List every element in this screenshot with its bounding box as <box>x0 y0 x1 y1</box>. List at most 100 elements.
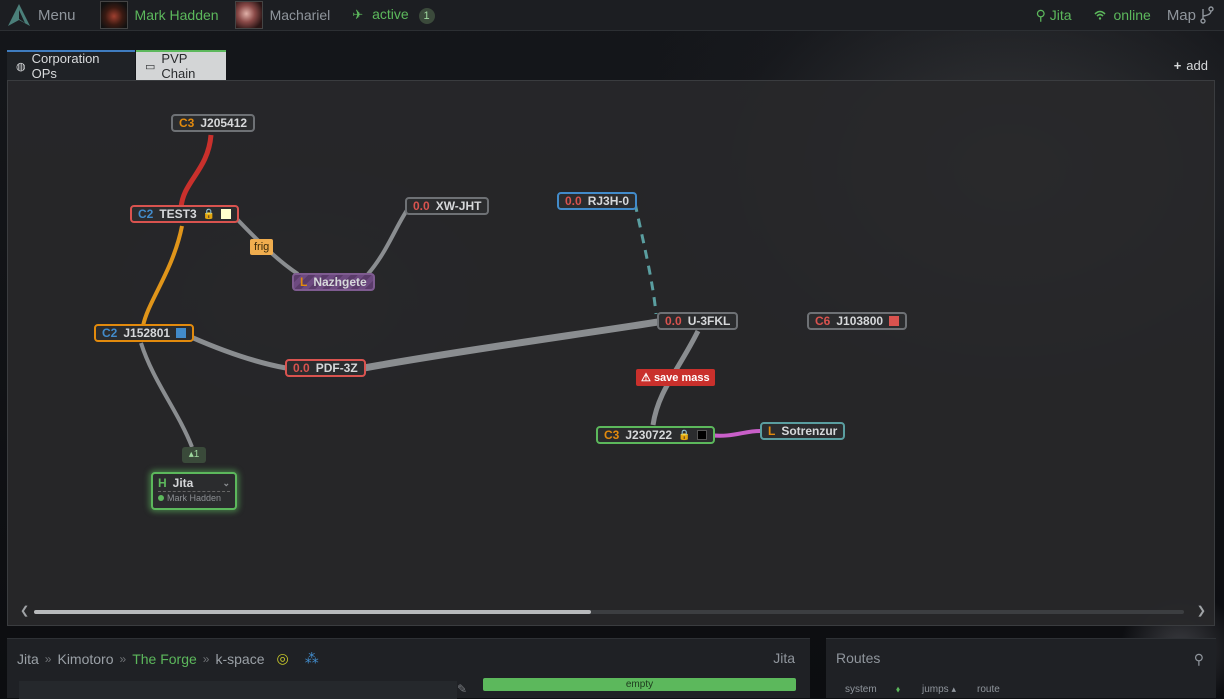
system-name: U-3FKL <box>687 314 731 328</box>
system-name: J152801 <box>123 326 171 340</box>
system-node-rj3h0[interactable]: 0.0 RJ3H-0 <box>557 192 638 210</box>
system-name: RJ3H-0 <box>587 194 630 208</box>
tab-corporation-ops[interactable]: ◍ Corporation OPs <box>7 50 135 81</box>
breadcrumb-constellation[interactable]: Kimotoro <box>57 651 113 667</box>
system-node-jita[interactable]: H Jita ⌄ Mark Hadden <box>151 472 237 510</box>
column-header-jumps[interactable]: jumps ▴ <box>922 684 956 695</box>
online-dot-icon <box>158 495 164 501</box>
warning-icon: ⚠ <box>641 372 651 384</box>
location-label: Jita <box>1049 6 1072 23</box>
system-class: C3 <box>179 116 195 130</box>
system-name: Nazhgete <box>313 275 367 289</box>
system-class: 0.0 <box>293 361 310 375</box>
system-node-test3[interactable]: C2 TEST3 🔒 <box>130 205 240 223</box>
marker-icon <box>889 316 900 326</box>
system-name: J230722 <box>625 428 673 442</box>
active-pilots-button[interactable]: ✈ active 1 <box>352 6 435 24</box>
system-node-j205412[interactable]: C3 J205412 <box>171 114 256 132</box>
system-info-panel: Jita » Kimotoro » The Forge » k-space ◎ … <box>7 638 810 699</box>
breadcrumb-system[interactable]: Jita <box>17 651 39 667</box>
column-header-route[interactable]: route <box>977 684 1000 695</box>
active-count-badge: 1 <box>418 8 435 24</box>
character-machariel[interactable]: Machariel <box>234 1 331 29</box>
system-name: J205412 <box>200 116 248 130</box>
wifi-icon <box>1093 10 1106 20</box>
connection-label-frig: frig <box>250 239 274 255</box>
column-label: jumps <box>922 684 949 695</box>
connection-j205412-test3[interactable] <box>178 134 214 209</box>
map-menu-button[interactable]: Map <box>1167 7 1196 24</box>
connection-label: online <box>1113 7 1151 23</box>
connection-nazhgete-xwjht[interactable] <box>366 204 412 276</box>
sort-icon[interactable]: ⬧ <box>896 684 900 695</box>
user-count: 1 <box>193 449 200 460</box>
status-label: active <box>372 6 409 22</box>
system-name: Jita <box>172 476 194 490</box>
avatar <box>234 1 263 29</box>
radar-icon[interactable]: ◎ <box>277 650 289 667</box>
horizontal-scrollbar[interactable]: ❮ ❯ <box>16 604 1208 620</box>
system-class: C3 <box>604 428 620 442</box>
system-node-j152801[interactable]: C2 J152801 <box>94 324 195 342</box>
marker-icon <box>696 430 707 440</box>
description-field[interactable]: ✎ <box>19 681 467 699</box>
desktop-icon: ▭ <box>145 60 156 73</box>
system-class: 0.0 <box>665 314 682 328</box>
system-title: Jita <box>773 650 795 666</box>
connection-status[interactable]: online <box>1093 7 1151 23</box>
system-class: C6 <box>815 314 831 328</box>
connection-rj3h0-u3fkl[interactable] <box>633 202 658 315</box>
breadcrumb-region[interactable]: The Forge <box>132 651 197 667</box>
column-label: route <box>977 684 1000 695</box>
connection-j152801-pdf3z[interactable] <box>189 334 287 371</box>
tab-label: PVP Chain <box>161 51 196 81</box>
chevron-down-icon[interactable]: ⌄ <box>222 478 230 489</box>
map-canvas[interactable]: C3 J205412 C2 TEST3 🔒 frig 0.0 XW-JHT L … <box>7 80 1215 626</box>
system-class: H <box>158 476 167 490</box>
system-node-j103800[interactable]: C6 J103800 <box>807 312 908 330</box>
system-node-xwjht[interactable]: 0.0 XW-JHT <box>405 197 490 215</box>
character-mark-hadden[interactable]: Mark Hadden <box>99 1 219 29</box>
lock-icon: 🔒 <box>202 208 216 220</box>
share-nodes-icon[interactable]: ⁂ <box>305 650 319 667</box>
connection-pdf3z-u3fkl[interactable] <box>363 318 659 372</box>
scroll-left-icon[interactable]: ❮ <box>20 604 29 617</box>
breadcrumb: Jita » Kimotoro » The Forge » k-space ◎ … <box>17 650 325 667</box>
double-chevron-icon: » <box>44 651 52 666</box>
system-class: C2 <box>138 207 154 221</box>
globe-icon: ◍ <box>16 60 26 73</box>
character-name: Machariel <box>269 7 331 23</box>
character-name: Mark Hadden <box>134 7 219 23</box>
pilot-name: Mark Hadden <box>167 493 222 503</box>
connection-test3-j152801[interactable] <box>141 225 184 327</box>
search-icon[interactable]: ⚲ <box>1194 651 1204 668</box>
branch-icon[interactable] <box>1200 6 1214 24</box>
pencil-icon[interactable]: ✎ <box>457 682 467 696</box>
system-class: L <box>768 424 776 438</box>
system-class: 0.0 <box>565 194 582 208</box>
system-node-j230722[interactable]: C3 J230722 🔒 <box>596 426 715 444</box>
current-location[interactable]: ⚲ Jita <box>1036 7 1072 24</box>
breadcrumb-space: k-space <box>215 650 265 667</box>
connection-j152801-jita[interactable] <box>139 342 194 448</box>
marker-icon <box>176 328 187 338</box>
connection-j230722-sotrenzur[interactable] <box>707 429 761 438</box>
column-header-system[interactable]: system <box>845 684 877 695</box>
scrollbar-thumb[interactable] <box>34 610 591 614</box>
user-count-badge[interactable]: ▴1 <box>182 447 206 463</box>
system-node-pdf3z[interactable]: 0.0 PDF-3Z <box>285 359 366 377</box>
column-label: system <box>845 684 877 695</box>
scroll-right-icon[interactable]: ❯ <box>1197 604 1206 617</box>
double-chevron-icon: » <box>119 651 127 666</box>
save-mass-label: ⚠ save mass <box>636 369 715 386</box>
plus-icon: + <box>1173 58 1182 73</box>
system-node-nazhgete[interactable]: L Nazhgete <box>292 273 375 291</box>
tab-pvp-chain[interactable]: ▭ PVP Chain <box>136 50 226 81</box>
add-map-button[interactable]: + add <box>1174 58 1208 73</box>
menu-button[interactable]: Menu <box>0 0 100 30</box>
system-node-u3fkl[interactable]: 0.0 U-3FKL <box>657 312 739 330</box>
connections-layer <box>139 134 761 448</box>
scrollbar-track[interactable] <box>34 610 1184 614</box>
system-class: L <box>300 275 308 289</box>
system-node-sotrenzur[interactable]: L Sotrenzur <box>760 422 846 440</box>
